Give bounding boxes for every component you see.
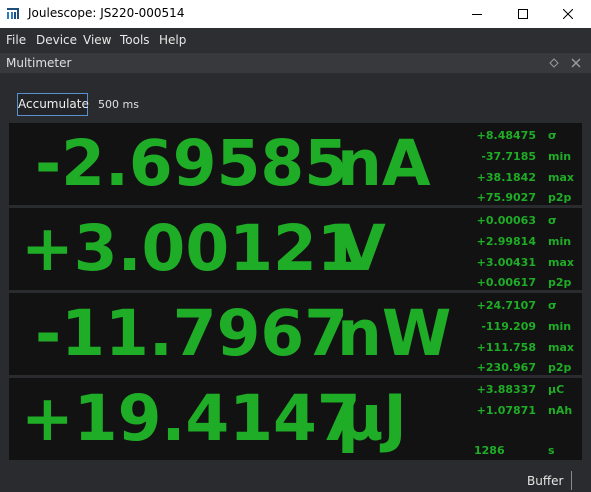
power-value: -11.7967 [35,297,349,370]
voltage-value: +3.00121 [21,212,361,285]
power-stat-label: max [548,341,574,354]
minimize-icon [472,14,482,15]
accumulate-button[interactable]: Accumulate [17,93,89,116]
window-title: Joulescope: JS220-000514 [28,6,185,20]
minimize-button[interactable] [454,0,500,28]
multimeter-content: Accumulate 500 ms -2.69585 nA +8.48475 σ… [0,73,591,492]
energy-stat-value: +1.07871 [476,404,536,417]
voltage-stat-label: p2p [548,276,572,289]
energy-value: +19.4147 [21,382,361,455]
multimeter-dock-header: Multimeter [0,53,591,73]
interval-label: 500 ms [98,98,139,111]
power-panel: -11.7967 nW +24.7107 σ -119.209 min +111… [9,293,582,375]
menu-view[interactable]: View [83,33,111,47]
joulescope-logo-icon [7,8,19,19]
maximize-icon [518,9,528,19]
power-stat-value: +111.758 [476,341,536,354]
voltage-panel: +3.00121 V +0.00063 σ +2.99814 min +3.00… [9,208,582,290]
status-divider [571,471,572,490]
energy-panel: +19.4147 µJ +3.88337 µC +1.07871 nAh 128… [9,378,582,460]
current-stat-value: -37.7185 [481,150,536,163]
voltage-unit: V [337,212,386,285]
menu-bar: File Device View Tools Help [0,28,591,52]
power-unit: nW [337,297,452,370]
voltage-stat-value: +0.00063 [476,214,536,227]
voltage-stat-value: +0.00617 [476,276,536,289]
maximize-button[interactable] [500,0,546,28]
current-stat-value: +8.48475 [476,129,536,142]
menu-file[interactable]: File [6,33,26,47]
current-stat-label: min [548,150,572,163]
current-stat-value: +38.1842 [476,171,536,184]
current-stat-value: +75.9027 [476,191,536,204]
menu-device[interactable]: Device [36,33,77,47]
voltage-stat-value: +3.00431 [476,256,536,269]
close-window-button[interactable] [545,0,591,28]
energy-stat-value: 1286 [474,444,505,457]
menu-tools[interactable]: Tools [120,33,150,47]
window-title-bar: Joulescope: JS220-000514 [0,0,591,28]
dock-title: Multimeter [6,56,72,70]
menu-help[interactable]: Help [159,33,186,47]
buffer-status-label: Buffer [527,474,564,488]
current-value: -2.69585 [35,127,349,200]
voltage-stat-value: +2.99814 [476,235,536,248]
energy-stat-label: s [548,444,555,457]
close-icon [563,9,573,19]
power-stat-label: min [548,320,572,333]
current-stat-label: p2p [548,191,572,204]
power-stat-label: p2p [548,361,572,374]
power-stat-value: -119.209 [481,320,536,333]
energy-stat-label: µC [548,383,565,396]
current-stat-label: σ [548,129,557,142]
close-dock-icon[interactable] [570,57,582,69]
power-stat-label: σ [548,299,557,312]
voltage-stat-label: max [548,256,574,269]
voltage-stat-label: min [548,235,572,248]
energy-stat-label: nAh [548,404,573,417]
power-stat-value: +230.967 [476,361,536,374]
energy-unit: µJ [337,382,407,455]
energy-stat-value: +3.88337 [476,383,536,396]
float-dock-icon[interactable] [548,57,560,69]
power-stat-value: +24.7107 [476,299,536,312]
current-stat-label: max [548,171,574,184]
current-panel: -2.69585 nA +8.48475 σ -37.7185 min +38.… [9,123,582,205]
voltage-stat-label: σ [548,214,557,227]
current-unit: nA [337,127,431,200]
